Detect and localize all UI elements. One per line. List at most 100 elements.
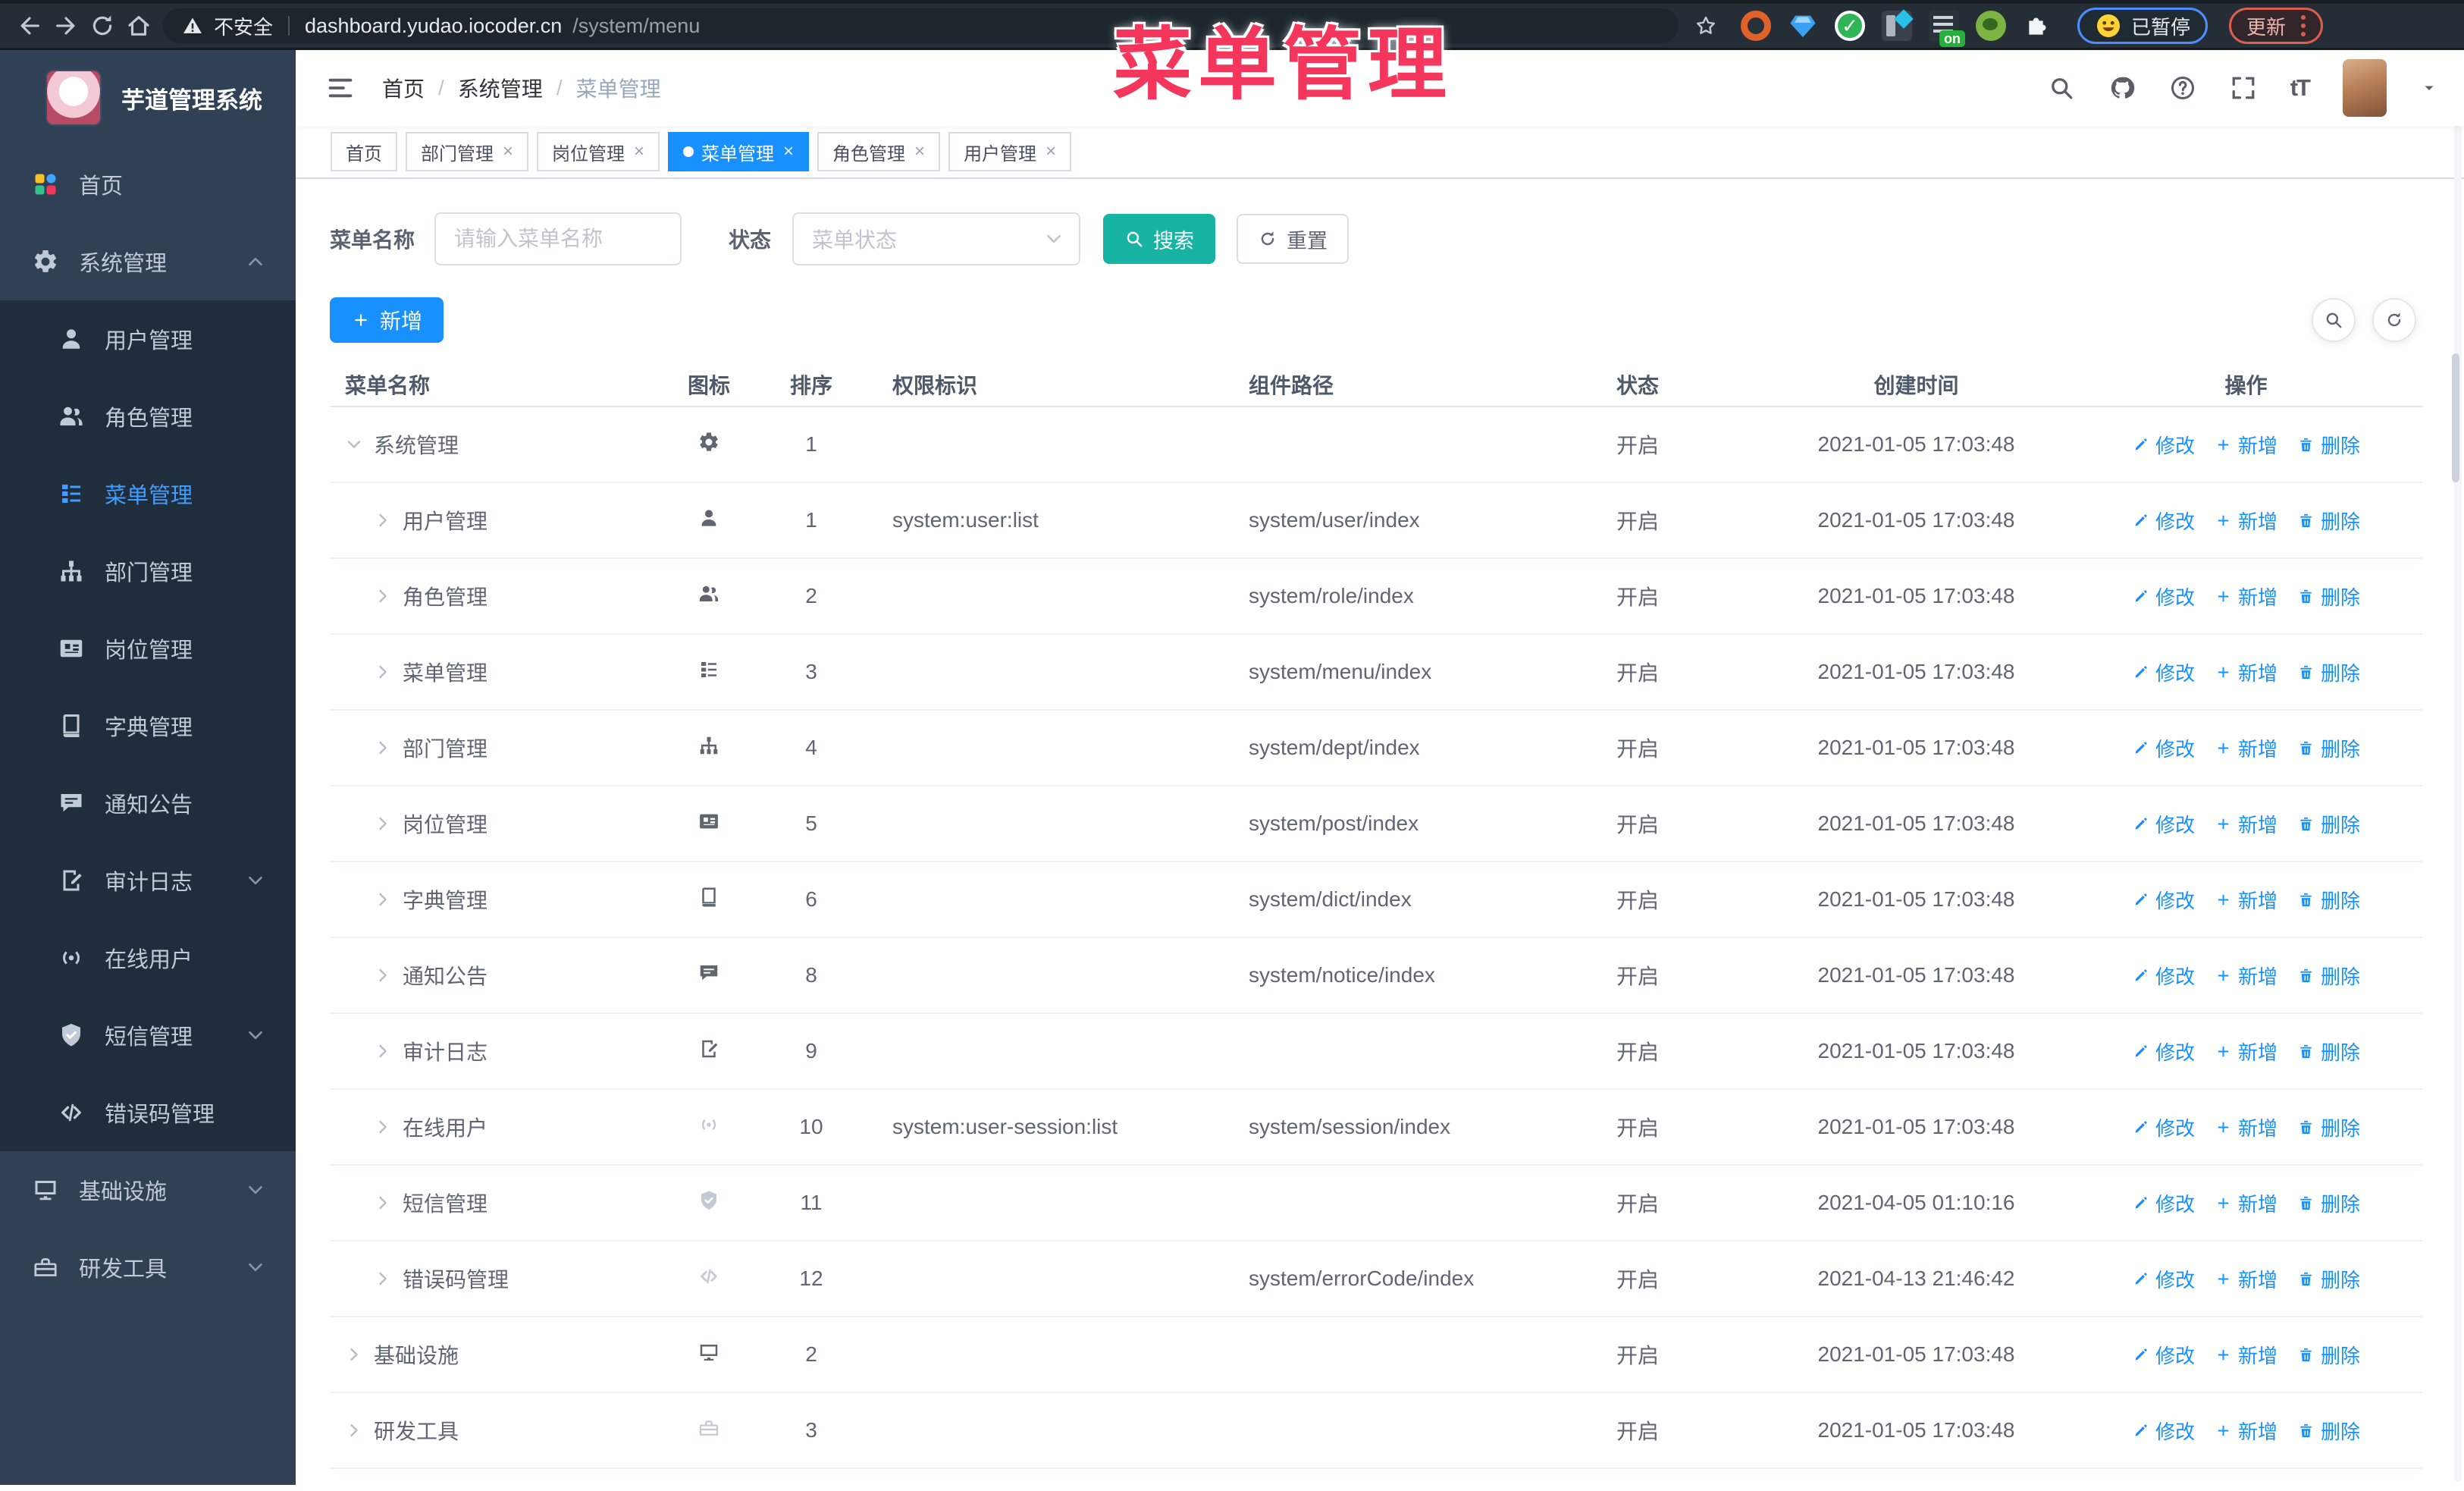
add-action-button[interactable]: 新增 bbox=[2215, 1037, 2277, 1066]
sidebar-item-菜单管理[interactable]: 菜单管理 bbox=[0, 455, 296, 532]
close-icon[interactable]: × bbox=[503, 141, 513, 162]
expand-caret-right-icon[interactable] bbox=[374, 587, 392, 605]
add-action-button[interactable]: 新增 bbox=[2215, 1341, 2277, 1369]
delete-action-button[interactable]: 删除 bbox=[2297, 734, 2360, 762]
expand-caret-right-icon[interactable] bbox=[374, 966, 392, 984]
sidebar-item-首页[interactable]: 首页 bbox=[0, 146, 296, 223]
expand-caret-right-icon[interactable] bbox=[345, 1345, 363, 1364]
tab-首页[interactable]: 首页 bbox=[331, 132, 397, 171]
extensions-puzzle-icon[interactable] bbox=[2023, 11, 2053, 41]
extension-ublock-icon[interactable] bbox=[1741, 11, 1771, 41]
add-menu-button[interactable]: 新增 bbox=[330, 297, 444, 343]
add-action-button[interactable]: 新增 bbox=[2215, 1417, 2277, 1445]
search-icon[interactable] bbox=[2048, 74, 2075, 102]
edit-action-button[interactable]: 修改 bbox=[2132, 962, 2195, 990]
delete-action-button[interactable]: 删除 bbox=[2297, 431, 2360, 459]
tab-角色管理[interactable]: 角色管理 × bbox=[817, 132, 941, 171]
add-action-button[interactable]: 新增 bbox=[2215, 962, 2277, 990]
delete-action-button[interactable]: 删除 bbox=[2297, 1113, 2360, 1141]
menu-status-select[interactable]: 菜单状态 bbox=[792, 212, 1081, 265]
tab-岗位管理[interactable]: 岗位管理 × bbox=[537, 132, 660, 171]
edit-action-button[interactable]: 修改 bbox=[2132, 1113, 2195, 1141]
expand-caret-right-icon[interactable] bbox=[345, 1421, 363, 1439]
breadcrumb-item[interactable]: 首页 bbox=[382, 73, 425, 103]
menu-name-input[interactable] bbox=[434, 212, 682, 265]
refresh-table-button[interactable] bbox=[2372, 298, 2416, 342]
browser-reload-icon[interactable] bbox=[89, 13, 115, 39]
close-icon[interactable]: × bbox=[783, 141, 794, 162]
sidebar-item-通知公告[interactable]: 通知公告 bbox=[0, 764, 296, 842]
expand-caret-right-icon[interactable] bbox=[374, 1270, 392, 1288]
add-action-button[interactable]: 新增 bbox=[2215, 1113, 2277, 1141]
delete-action-button[interactable]: 删除 bbox=[2297, 582, 2360, 611]
expand-caret-right-icon[interactable] bbox=[374, 663, 392, 681]
extension-switch-icon[interactable]: on bbox=[1929, 11, 1965, 47]
edit-action-button[interactable]: 修改 bbox=[2132, 658, 2195, 686]
edit-action-button[interactable]: 修改 bbox=[2132, 1341, 2195, 1369]
close-icon[interactable]: × bbox=[914, 141, 925, 162]
extension-tabs-icon[interactable] bbox=[1882, 11, 1912, 41]
tab-菜单管理[interactable]: 菜单管理 × bbox=[668, 132, 810, 171]
delete-action-button[interactable]: 删除 bbox=[2297, 1189, 2360, 1217]
scrollbar-thumb[interactable] bbox=[2452, 353, 2459, 482]
browser-back-icon[interactable] bbox=[17, 13, 42, 39]
expand-caret-right-icon[interactable] bbox=[374, 1194, 392, 1212]
help-icon[interactable] bbox=[2169, 74, 2196, 102]
delete-action-button[interactable]: 删除 bbox=[2297, 1417, 2360, 1445]
github-icon[interactable] bbox=[2108, 74, 2136, 102]
delete-action-button[interactable]: 删除 bbox=[2297, 507, 2360, 535]
edit-action-button[interactable]: 修改 bbox=[2132, 431, 2195, 459]
expand-caret-right-icon[interactable] bbox=[374, 1118, 392, 1136]
app-logo[interactable]: 芋道管理系统 bbox=[0, 50, 296, 146]
sidebar-item-错误码管理[interactable]: 错误码管理 bbox=[0, 1074, 296, 1151]
extension-frog-icon[interactable] bbox=[1976, 11, 2006, 41]
sidebar-item-系统管理[interactable]: 系统管理 bbox=[0, 223, 296, 300]
browser-forward-icon[interactable] bbox=[53, 13, 79, 39]
tab-用户管理[interactable]: 用户管理 × bbox=[948, 132, 1072, 171]
sidebar-item-审计日志[interactable]: 审计日志 bbox=[0, 842, 296, 919]
close-icon[interactable]: × bbox=[1045, 141, 1056, 162]
browser-home-icon[interactable] bbox=[126, 13, 152, 39]
address-bar[interactable]: 不安全 dashboard.yudao.iocoder.cn/system/me… bbox=[162, 8, 1679, 43]
reset-button[interactable]: 重置 bbox=[1237, 214, 1350, 264]
sidebar-item-部门管理[interactable]: 部门管理 bbox=[0, 532, 296, 610]
tab-部门管理[interactable]: 部门管理 × bbox=[406, 132, 529, 171]
add-action-button[interactable]: 新增 bbox=[2215, 582, 2277, 611]
sidebar-item-字典管理[interactable]: 字典管理 bbox=[0, 687, 296, 764]
edit-action-button[interactable]: 修改 bbox=[2132, 1037, 2195, 1066]
sidebar-item-用户管理[interactable]: 用户管理 bbox=[0, 300, 296, 378]
add-action-button[interactable]: 新增 bbox=[2215, 810, 2277, 838]
expand-caret-right-icon[interactable] bbox=[374, 1042, 392, 1060]
extension-gem-icon[interactable] bbox=[1788, 11, 1818, 41]
search-button[interactable]: 搜索 bbox=[1103, 214, 1216, 264]
expand-caret-down-icon[interactable] bbox=[345, 435, 363, 454]
edit-action-button[interactable]: 修改 bbox=[2132, 1189, 2195, 1217]
sidebar-item-岗位管理[interactable]: 岗位管理 bbox=[0, 610, 296, 687]
sidebar-item-短信管理[interactable]: 短信管理 bbox=[0, 997, 296, 1074]
sidebar-item-基础设施[interactable]: 基础设施 bbox=[0, 1151, 296, 1229]
font-size-icon[interactable]: tT bbox=[2290, 74, 2311, 102]
add-action-button[interactable]: 新增 bbox=[2215, 658, 2277, 686]
profile-paused-button[interactable]: 已暂停 bbox=[2077, 8, 2209, 44]
edit-action-button[interactable]: 修改 bbox=[2132, 810, 2195, 838]
edit-action-button[interactable]: 修改 bbox=[2132, 1417, 2195, 1445]
delete-action-button[interactable]: 删除 bbox=[2297, 658, 2360, 686]
hamburger-icon[interactable] bbox=[326, 74, 355, 102]
delete-action-button[interactable]: 删除 bbox=[2297, 962, 2360, 990]
toggle-search-button[interactable] bbox=[2312, 298, 2356, 342]
sidebar-item-角色管理[interactable]: 角色管理 bbox=[0, 378, 296, 455]
extension-check-icon[interactable]: ✓ bbox=[1835, 11, 1865, 41]
avatar-caret-down-icon[interactable] bbox=[2420, 79, 2438, 97]
user-avatar[interactable] bbox=[2343, 59, 2387, 117]
expand-caret-right-icon[interactable] bbox=[374, 511, 392, 529]
edit-action-button[interactable]: 修改 bbox=[2132, 1265, 2195, 1293]
add-action-button[interactable]: 新增 bbox=[2215, 431, 2277, 459]
browser-menu-dots-icon[interactable] bbox=[2301, 15, 2306, 36]
delete-action-button[interactable]: 删除 bbox=[2297, 886, 2360, 914]
sidebar-item-在线用户[interactable]: 在线用户 bbox=[0, 919, 296, 997]
edit-action-button[interactable]: 修改 bbox=[2132, 734, 2195, 762]
bookmark-star-icon[interactable] bbox=[1694, 14, 1718, 38]
breadcrumb-item[interactable]: 系统管理 bbox=[458, 73, 543, 103]
delete-action-button[interactable]: 删除 bbox=[2297, 1265, 2360, 1293]
expand-caret-right-icon[interactable] bbox=[374, 739, 392, 757]
